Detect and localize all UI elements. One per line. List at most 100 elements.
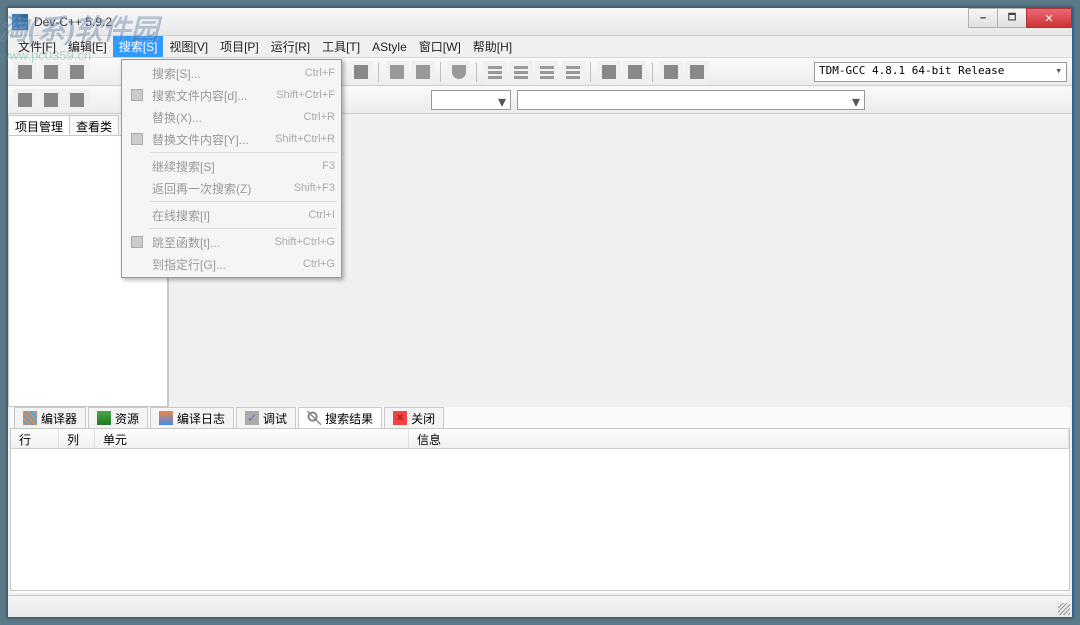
tool-btn-2[interactable] [349,61,373,83]
compiler-select[interactable]: TDM-GCC 4.8.1 64-bit Release [814,62,1067,82]
btab-label: 搜索结果 [325,410,373,427]
btab-resources[interactable]: 资源 [88,407,148,428]
minimize-button[interactable] [968,8,998,28]
btab-debug[interactable]: 调试 [236,407,296,428]
btab-label: 关闭 [411,410,435,427]
table-header: 行 列 单元 信息 [11,429,1069,449]
dd-replace[interactable]: 替换(X)...Ctrl+R [124,106,339,128]
menu-edit[interactable]: 编辑[E] [62,36,113,57]
compile-button[interactable] [483,61,507,83]
search-results-table[interactable]: 行 列 单元 信息 [10,429,1070,591]
x-icon [628,65,642,79]
search-icon [307,411,321,425]
scope-combo[interactable] [431,90,511,110]
t2-btn-2[interactable] [39,89,63,111]
menu-tools[interactable]: 工具[T] [316,36,366,57]
rebuild-button[interactable] [561,61,585,83]
dd-search[interactable]: 搜索[S]...Ctrl+F [124,62,339,84]
dd-find-next[interactable]: 继续搜索[S]F3 [124,155,339,177]
symbol-combo[interactable] [517,90,865,110]
dd-search-files[interactable]: 搜索文件内容[d]...Shift+Ctrl+F [124,84,339,106]
menu-project[interactable]: 项目[P] [214,36,265,57]
dd-online-search[interactable]: 在线搜索[I]Ctrl+I [124,204,339,226]
window-controls [969,8,1072,28]
forward-icon [416,65,430,79]
search-menu-dropdown: 搜索[S]...Ctrl+F 搜索文件内容[d]...Shift+Ctrl+F … [121,59,342,278]
back-icon [390,65,404,79]
box-icon [128,234,146,250]
btab-label: 编译日志 [177,410,225,427]
btab-label: 资源 [115,410,139,427]
dd-find-prev[interactable]: 返回再一次搜索(Z)Shift+F3 [124,177,339,199]
generic-icon [44,93,58,107]
separator [150,152,337,153]
new-button[interactable] [13,61,37,83]
generic-icon [354,65,368,79]
btab-search-results[interactable]: 搜索结果 [298,407,382,428]
blank-icon [128,109,146,125]
tab-project-mgr[interactable]: 项目管理 [8,115,70,135]
generic-icon [70,93,84,107]
btab-compiler[interactable]: 编译器 [14,407,86,428]
chart-icon [690,65,704,79]
profile-button[interactable] [685,61,709,83]
menu-view[interactable]: 视图[V] [163,36,214,57]
col-row[interactable]: 行 [11,429,59,448]
t2-btn-3[interactable] [65,89,89,111]
grid-icon [540,65,554,79]
separator [378,62,380,82]
box-icon [128,87,146,103]
col-info[interactable]: 信息 [409,429,1069,448]
separator [150,201,337,202]
nav-back-button[interactable] [385,61,409,83]
save-icon [70,65,84,79]
btab-label: 编译器 [41,410,77,427]
menu-window[interactable]: 窗口[W] [413,36,467,57]
menu-astyle[interactable]: AStyle [366,38,413,56]
separator [590,62,592,82]
check-button[interactable] [597,61,621,83]
btab-compile-log[interactable]: 编译日志 [150,407,234,428]
col-unit[interactable]: 单元 [95,429,409,448]
bottom-panel: 编译器 资源 编译日志 调试 搜索结果 关闭 行 列 单元 信息 [10,407,1070,593]
open-button[interactable] [39,61,63,83]
close-button[interactable] [1026,8,1072,28]
shield-button[interactable] [447,61,471,83]
menu-run[interactable]: 运行[R] [265,36,316,57]
file-icon [18,65,32,79]
menu-help[interactable]: 帮助[H] [467,36,518,57]
separator [476,62,478,82]
dd-goto-line[interactable]: 到指定行[G]...Ctrl+G [124,253,339,275]
grid-icon [488,65,502,79]
dd-replace-files[interactable]: 替换文件内容[Y]...Shift+Ctrl+R [124,128,339,150]
check-icon [602,65,616,79]
log-icon [159,411,173,425]
arrow-icon [128,256,146,272]
titlebar: Dev-C++ 5.9.2 [8,8,1072,36]
btab-close[interactable]: 关闭 [384,407,444,428]
grid-icon [566,65,580,79]
col-col[interactable]: 列 [59,429,95,448]
statusbar [8,595,1072,617]
resources-icon [97,411,111,425]
separator [652,62,654,82]
nav-fwd-button[interactable] [411,61,435,83]
t2-btn-1[interactable] [13,89,37,111]
app-window: Dev-C++ 5.9.2 文件[F] 编辑[E] 搜索[S] 视图[V] 项目… [7,7,1073,618]
btab-label: 调试 [263,410,287,427]
menu-search[interactable]: 搜索[S] [113,36,164,57]
blank-icon [128,65,146,81]
blank-icon [128,158,146,174]
folder-icon [44,65,58,79]
save-button[interactable] [65,61,89,83]
tab-class-view[interactable]: 查看类 [69,115,119,135]
compile-run-button[interactable] [535,61,559,83]
dd-goto-function[interactable]: 跳至函数[t]...Shift+Ctrl+G [124,231,339,253]
menu-file[interactable]: 文件[F] [12,36,62,57]
separator [150,228,337,229]
maximize-button[interactable] [997,8,1027,28]
run-button[interactable] [509,61,533,83]
blank-icon [128,180,146,196]
stop-button[interactable] [623,61,647,83]
debug-button[interactable] [659,61,683,83]
